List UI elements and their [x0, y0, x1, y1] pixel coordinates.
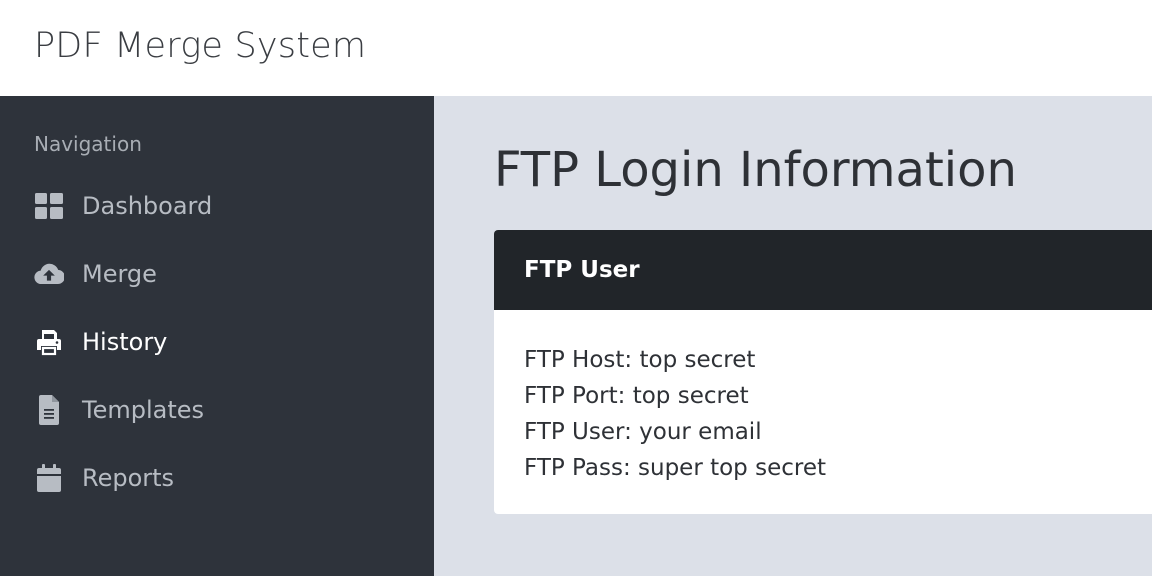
sidebar-item-templates[interactable]: Templates	[0, 382, 434, 438]
ftp-user-line: FTP User: your email	[524, 419, 762, 445]
sidebar: Navigation Dashboard Merge History Templ…	[0, 96, 434, 576]
document-icon	[34, 395, 64, 425]
app-title[interactable]: PDF Merge System	[34, 26, 366, 66]
nav-heading: Navigation	[34, 132, 142, 156]
sidebar-item-label: History	[82, 328, 168, 356]
top-bar: PDF Merge System	[0, 0, 1152, 96]
ftp-host-line: FTP Host: top secret	[524, 347, 756, 373]
ftp-port-line: FTP Port: top secret	[524, 383, 749, 409]
ftp-pass-line: FTP Pass: super top secret	[524, 455, 826, 481]
calendar-icon	[34, 463, 64, 493]
sidebar-item-merge[interactable]: Merge	[0, 246, 434, 302]
sidebar-item-history[interactable]: History	[0, 314, 434, 370]
sidebar-item-label: Reports	[82, 464, 175, 492]
sidebar-item-reports[interactable]: Reports	[0, 450, 434, 506]
sidebar-item-label: Dashboard	[82, 192, 213, 220]
main-content: FTP Login Information FTP User FTP Host:…	[434, 96, 1152, 576]
dashboard-icon	[34, 191, 64, 221]
card-body: FTP Host: top secret FTP Port: top secre…	[494, 310, 1152, 486]
card-header: FTP User	[494, 230, 1152, 310]
ftp-user-card: FTP User FTP Host: top secret FTP Port: …	[494, 230, 1152, 514]
cloud-upload-icon	[34, 259, 64, 289]
sidebar-item-label: Templates	[82, 396, 205, 424]
sidebar-item-dashboard[interactable]: Dashboard	[0, 178, 434, 234]
sidebar-item-label: Merge	[82, 260, 157, 288]
printer-icon	[34, 327, 64, 357]
card-title: FTP User	[524, 257, 640, 283]
page-title: FTP Login Information	[494, 142, 1017, 198]
